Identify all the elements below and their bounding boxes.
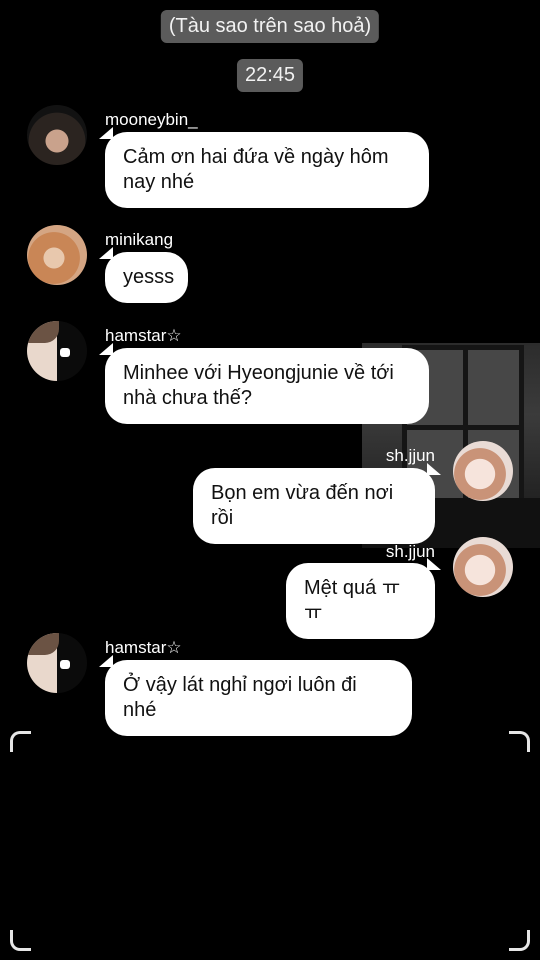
shjjun-avatar[interactable] <box>453 537 513 597</box>
message-bubble[interactable]: Ở vậy lát nghỉ ngơi luôn đi nhé <box>99 655 412 736</box>
sender-name: minikang <box>105 230 174 249</box>
mooneybin-avatar[interactable] <box>27 105 87 165</box>
sender-name: mooneybin_ <box>105 110 198 129</box>
hamstar-avatar[interactable] <box>27 321 87 381</box>
chat-title-pill: (Tàu sao trên sao hoả) <box>160 10 380 43</box>
message-bubble[interactable]: Bọn em vừa đến nơi rồi <box>193 463 441 544</box>
viewfinder-corner-icon <box>10 930 31 951</box>
message-bubble[interactable]: Mệt quá ㅠㅠ <box>286 558 441 639</box>
message-bubble[interactable]: Cảm ơn hai đứa về ngày hôm nay nhé <box>99 127 429 208</box>
shjjun-avatar[interactable] <box>453 441 513 501</box>
message-bubble[interactable]: yesss <box>99 247 188 303</box>
viewfinder-corner-icon <box>10 731 31 752</box>
timestamp-pill: 22:45 <box>236 59 304 92</box>
sender-name: hamstar☆ <box>105 326 182 345</box>
hamstar-avatar[interactable] <box>27 633 87 693</box>
sender-name: hamstar☆ <box>105 638 182 657</box>
minikang-avatar[interactable] <box>27 225 87 285</box>
viewfinder-corner-icon <box>509 930 530 951</box>
message-bubble[interactable]: Minhee với Hyeongjunie về tới nhà chưa t… <box>99 343 429 424</box>
viewfinder-corner-icon <box>509 731 530 752</box>
